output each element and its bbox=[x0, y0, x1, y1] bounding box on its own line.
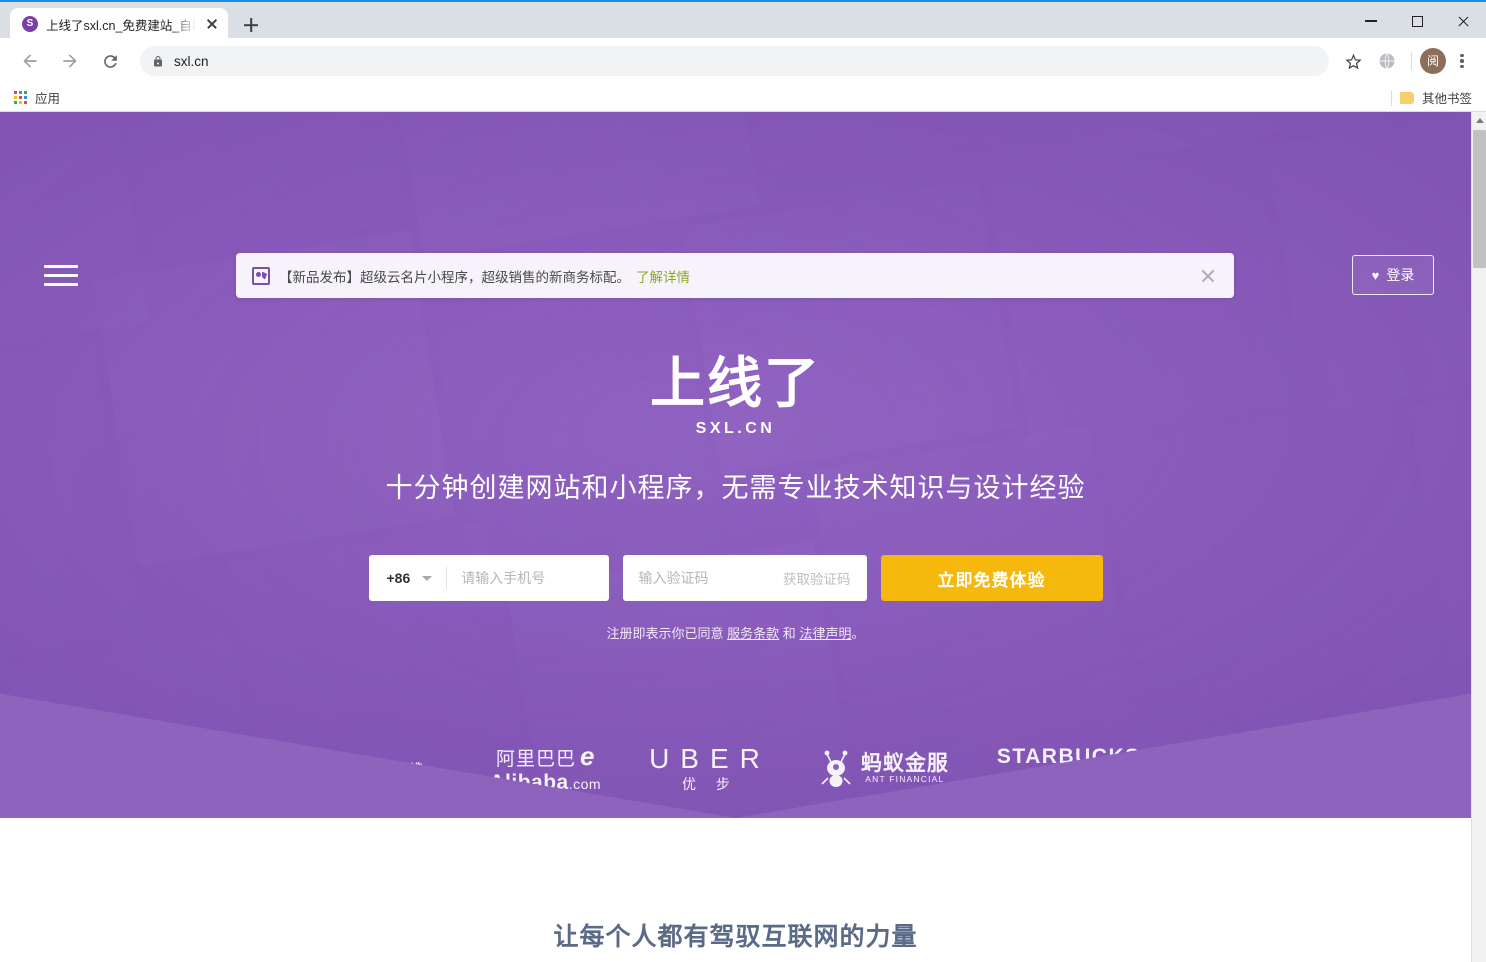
close-window-button[interactable] bbox=[1440, 4, 1486, 38]
starbucks-line2: COFFEE bbox=[1021, 767, 1116, 791]
logo-sub-text: SXL.CN bbox=[695, 420, 776, 437]
profile-avatar[interactable]: 阅 bbox=[1420, 48, 1446, 74]
hero-section: 【新品发布】超级云名片小程序，超级销售的新商务标配。 了解详情 ♥ 登录 上线了… bbox=[0, 112, 1471, 818]
window-controls bbox=[1348, 4, 1486, 38]
bookmark-apps-label: 应用 bbox=[35, 92, 61, 106]
uber-cn-text: 优 步 bbox=[682, 775, 738, 792]
phone-input-placeholder[interactable]: 请输入手机号 bbox=[447, 568, 545, 588]
browser-tab[interactable]: S 上线了sxl.cn_免费建站_自助建站 bbox=[10, 8, 228, 40]
bookmark-other-label[interactable]: 其他书签 bbox=[1422, 88, 1472, 107]
minimize-button[interactable] bbox=[1348, 4, 1394, 38]
title-bar: S 上线了sxl.cn_免费建站_自助建站 bbox=[0, 0, 1486, 40]
alibaba-en-text: Alibaba bbox=[489, 770, 569, 794]
alibaba-cn-text: 阿里巴巴 bbox=[495, 749, 576, 770]
brand-alibaba: 阿里巴巴 e Alibaba.com bbox=[489, 742, 601, 794]
legal-statement-link[interactable]: 法律声明 bbox=[799, 626, 851, 641]
free-trial-button[interactable]: 立即免费体验 bbox=[880, 555, 1103, 601]
login-button[interactable]: ♥ 登录 bbox=[1352, 255, 1434, 295]
globe-extension-icon[interactable] bbox=[1371, 45, 1403, 77]
hero-overlay bbox=[0, 112, 1471, 818]
maximize-button[interactable] bbox=[1394, 4, 1440, 38]
forward-icon[interactable] bbox=[53, 44, 87, 78]
hamburger-menu-icon[interactable] bbox=[44, 260, 78, 290]
chevron-down-icon[interactable] bbox=[422, 575, 433, 581]
promo-banner: 【新品发布】超级云名片小程序，超级销售的新商务标配。 了解详情 bbox=[236, 253, 1234, 298]
terms-suffix: 。 bbox=[851, 626, 865, 641]
close-banner-icon[interactable] bbox=[1198, 266, 1218, 286]
brand-ant-financial: 蚂蚁金服 ANT FINANCIAL bbox=[819, 748, 949, 788]
send-code-button[interactable]: 获取验证码 bbox=[783, 568, 851, 588]
bookmarks-divider bbox=[1390, 89, 1392, 106]
scroll-up-icon[interactable] bbox=[1472, 112, 1486, 128]
terms-of-service-link[interactable]: 服务条款 bbox=[727, 626, 779, 641]
new-tab-icon[interactable] bbox=[236, 10, 266, 40]
logo-main-text: 上线了 bbox=[649, 351, 821, 415]
terms-middle: 和 bbox=[782, 626, 796, 641]
url-text: sxl.cn bbox=[174, 53, 209, 69]
bookmark-apps[interactable]: 应用 bbox=[14, 88, 60, 107]
code-field-group[interactable]: 输入验证码 获取验证码 bbox=[622, 555, 867, 601]
close-tab-icon[interactable] bbox=[204, 16, 220, 32]
back-icon[interactable] bbox=[13, 44, 47, 78]
scrollbar-thumb[interactable] bbox=[1473, 130, 1486, 268]
starbucks-line1: STARBUCKS bbox=[996, 744, 1141, 768]
browser-toolbar: sxl.cn 阅 bbox=[0, 38, 1486, 84]
browser-window: S 上线了sxl.cn_免费建站_自助建站 sxl.cn bbox=[0, 0, 1486, 962]
hero-headline: 十分钟创建网站和小程序，无需专业技术知识与设计经验 bbox=[385, 473, 1086, 503]
address-bar[interactable]: sxl.cn bbox=[140, 46, 1329, 76]
brand-logos-row: 著名公司的信赖之选 阿里巴巴 e Alibaba.com UBER 优 步 蚂蚁… bbox=[0, 742, 1471, 794]
terms-notice: 注册即表示你已同意 服务条款 和 法律声明。 bbox=[0, 623, 1471, 642]
login-button-label: 登录 bbox=[1386, 267, 1415, 283]
site-logo: 上线了 SXL.CN bbox=[0, 356, 1471, 438]
brand-starbucks: STARBUCKS COFFEE bbox=[997, 745, 1141, 791]
brand-uber: UBER 优 步 bbox=[649, 742, 771, 792]
promo-banner-link[interactable]: 了解详情 bbox=[636, 266, 690, 286]
terms-prefix: 注册即表示你已同意 bbox=[606, 626, 724, 641]
card-person-icon bbox=[252, 266, 270, 285]
sxl-favicon-icon: S bbox=[22, 16, 38, 32]
promo-banner-text: 【新品发布】超级云名片小程序，超级销售的新商务标配。 bbox=[279, 269, 630, 285]
tab-title: 上线了sxl.cn_免费建站_自助建站 bbox=[46, 18, 196, 33]
reload-icon[interactable] bbox=[93, 44, 127, 78]
alibaba-domain-text: .com bbox=[568, 775, 602, 792]
mission-section: 让每个人都有驾驭互联网的力量 bbox=[0, 818, 1471, 962]
brands-label: 著名公司的信赖之选 bbox=[306, 761, 424, 777]
apps-grid-icon bbox=[14, 90, 28, 105]
tab-strip: S 上线了sxl.cn_免费建站_自助建站 bbox=[0, 2, 266, 40]
bookmarks-right: 其他书签 bbox=[1390, 88, 1472, 107]
page-viewport: 【新品发布】超级云名片小程序，超级销售的新商务标配。 了解详情 ♥ 登录 上线了… bbox=[0, 112, 1471, 962]
ant-en-text: ANT FINANCIAL bbox=[865, 773, 945, 784]
folder-icon bbox=[1399, 91, 1414, 104]
star-icon[interactable] bbox=[1337, 45, 1369, 77]
phone-field-group[interactable]: +86 请输入手机号 bbox=[368, 555, 609, 601]
uber-en-text: UBER bbox=[649, 742, 771, 774]
ant-mascot-icon bbox=[821, 750, 851, 787]
bookmarks-bar: 应用 其他书签 bbox=[0, 84, 1486, 112]
page-scrollbar[interactable] bbox=[1471, 112, 1486, 962]
country-code-value: +86 bbox=[386, 570, 411, 586]
three-dot-menu-icon[interactable] bbox=[1448, 47, 1476, 75]
mission-heading: 让每个人都有驾驭互联网的力量 bbox=[553, 923, 918, 951]
toolbar-divider bbox=[1411, 52, 1412, 70]
code-input-placeholder[interactable]: 输入验证码 bbox=[639, 568, 709, 588]
ant-cn-text: 蚂蚁金服 bbox=[860, 751, 949, 775]
toolbar-right: 阅 bbox=[1337, 45, 1476, 77]
alibaba-swirl-icon: e bbox=[579, 741, 595, 771]
lock-icon bbox=[154, 55, 162, 66]
heart-icon: ♥ bbox=[1371, 267, 1380, 283]
signup-form: +86 请输入手机号 输入验证码 获取验证码 立即免费体验 bbox=[0, 555, 1471, 601]
